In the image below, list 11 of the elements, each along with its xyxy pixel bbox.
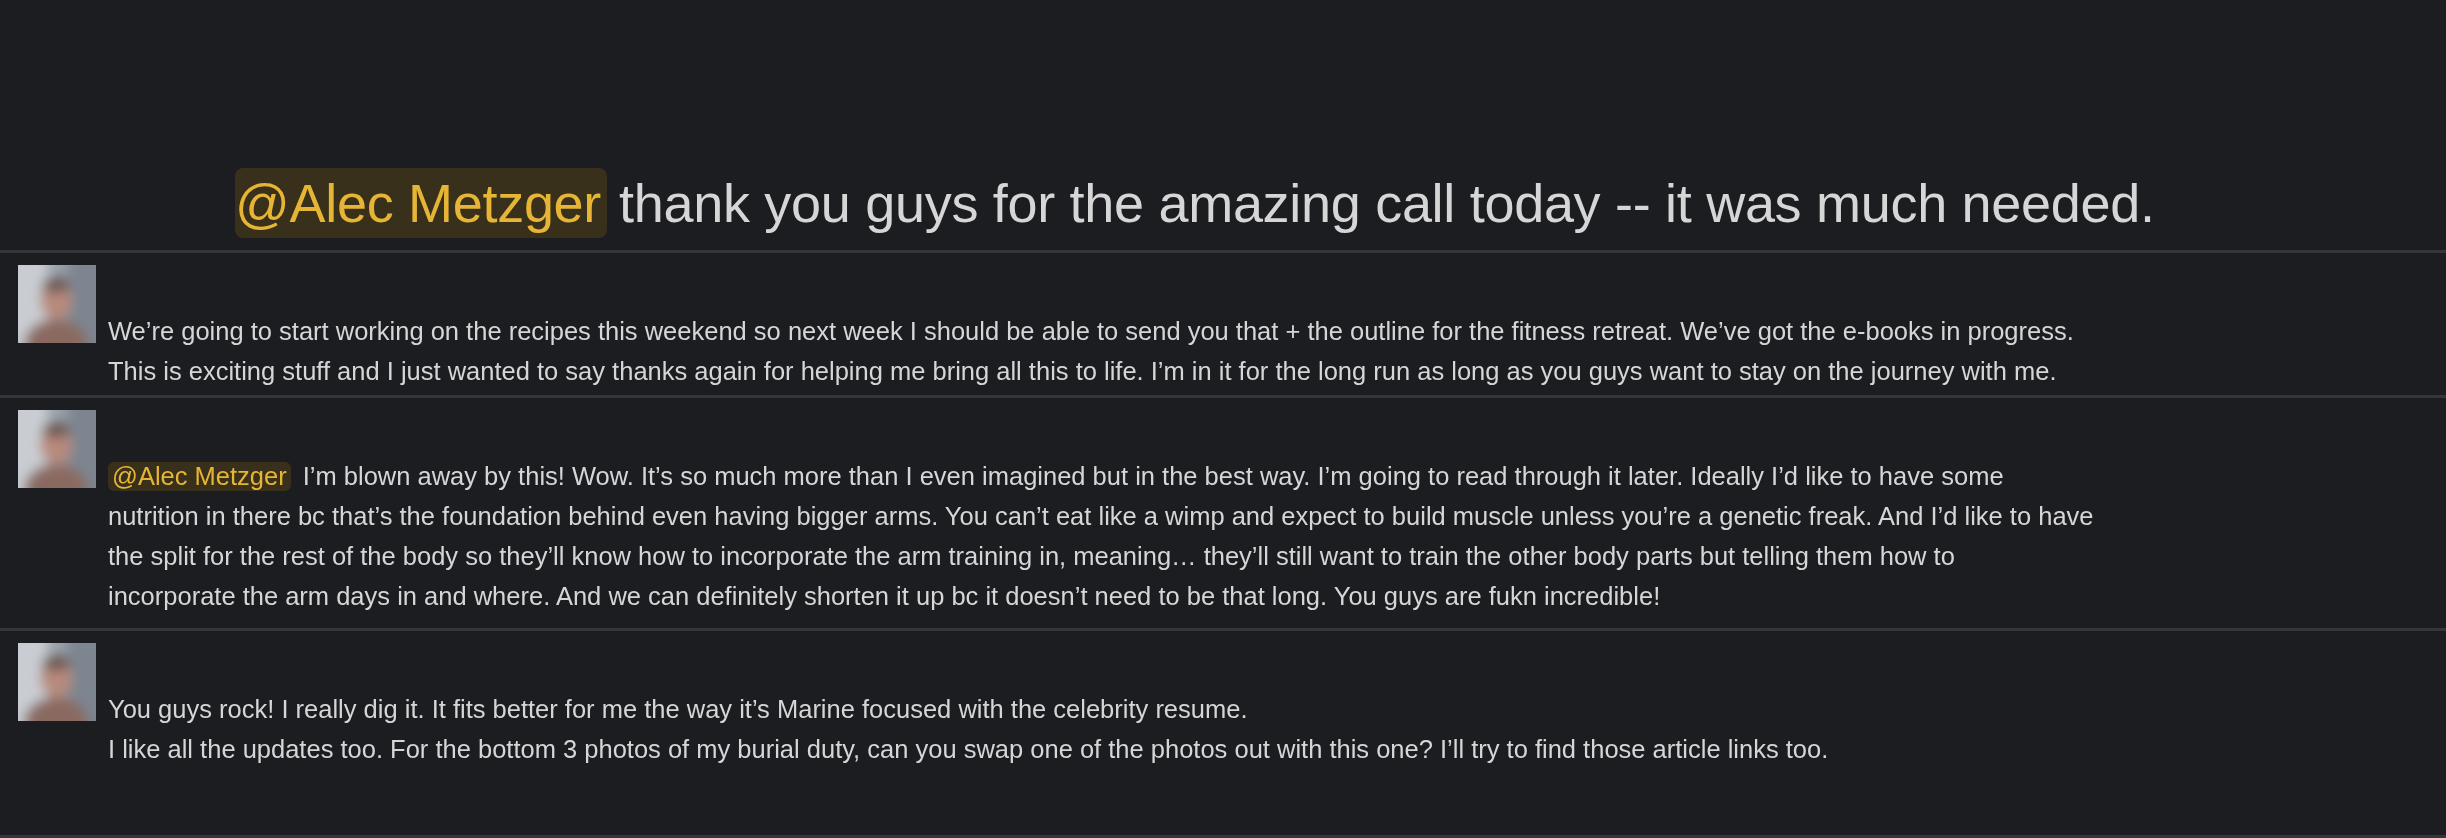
message-text: This is exciting stuff and I just wanted to say thanks again for helping me bring all this to life. I’m in it for the long run as long as you guys want to stay on the journey with me. xyxy=(108,356,2057,386)
message-text: We’re going to start working on the recipes this weekend so next week I should be able to send you that + the outline for the fitness retreat. We’ve got the e-books in progress. xyxy=(108,316,2074,346)
message-text: I’m blown away by this! Wow. It’s so much more than I even imagined but in the best way. I’m going to read through it later. Ideally I’d like to have some xyxy=(302,461,2004,491)
message-text: the split for the rest of the body so they’ll know how to incorporate the arm training in, meaning… they’ll still want to train the other body parts but telling them how to xyxy=(108,541,1955,571)
message-text: You guys rock! I really dig it. It fits better for me the way it’s Marine focused with the celebrity resume. xyxy=(108,694,1248,724)
mention-tag[interactable]: @Alec Metzger xyxy=(108,461,291,491)
mention-tag[interactable]: @Alec Metzger xyxy=(235,168,608,238)
message-text: I like all the updates too. For the bottom 3 photos of my burial duty, can you swap one of the photos out with this one? I’ll try to find those article links too. xyxy=(108,734,1829,764)
message-text: incorporate the arm days in and where. And we can definitely shorten it up bc it doesn’t need to be that long. You guys are fukn incredible! xyxy=(108,581,1661,611)
message-text: thank you guys for the amazing call today -- it was much needed. xyxy=(619,172,2155,234)
message-text: nutrition in there bc that’s the foundation behind even having bigger arms. You can’t eat like a wimp and expect to build muscle unless you’re a genetic freak. And I’d like to have xyxy=(108,501,2094,531)
